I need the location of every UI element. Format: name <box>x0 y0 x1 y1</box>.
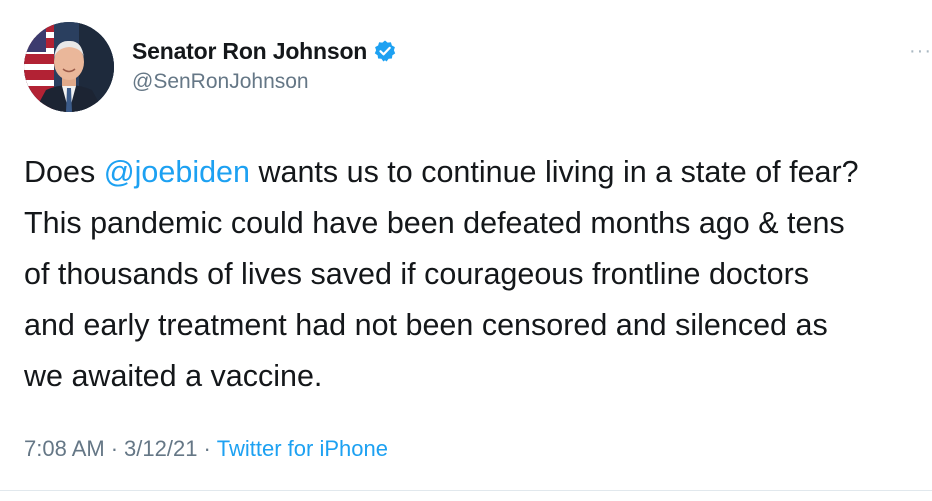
tweet-text: Does @joebiden wants us to continue livi… <box>24 147 924 402</box>
divider <box>0 490 932 491</box>
tweet-card: Senator Ron Johnson @SenRonJohnson ··· D… <box>0 0 932 501</box>
more-options-icon[interactable]: ··· <box>909 40 932 63</box>
meta-separator: · <box>110 436 119 461</box>
tweet-line: and early treatment had not been censore… <box>24 308 828 342</box>
author-name-row: Senator Ron Johnson <box>132 36 397 66</box>
tweet-date[interactable]: 3/12/21 <box>124 436 197 461</box>
tweet-line: This pandemic could have been defeated m… <box>24 206 845 240</box>
avatar-image <box>24 22 114 112</box>
tweet-text-segment: Does <box>24 155 104 189</box>
meta-separator: · <box>203 436 211 461</box>
tweet-text-segment: wants us to continue living in a state o… <box>249 155 859 189</box>
tweet-meta: 7:08 AM · 3/12/21 · Twitter for iPhone <box>24 436 388 462</box>
author-display-name[interactable]: Senator Ron Johnson <box>132 38 367 65</box>
verified-badge-icon <box>373 39 397 63</box>
author-handle[interactable]: @SenRonJohnson <box>132 70 309 94</box>
tweet-line: we awaited a vaccine. <box>24 359 323 393</box>
tweet-line: of thousands of lives saved if courageou… <box>24 257 809 291</box>
tweet-source-link[interactable]: Twitter for iPhone <box>217 436 388 461</box>
avatar[interactable] <box>24 22 114 112</box>
tweet-line: Does @joebiden wants us to continue livi… <box>24 147 924 198</box>
mention-link[interactable]: @joebiden <box>104 155 250 189</box>
tweet-time[interactable]: 7:08 AM <box>24 436 105 461</box>
